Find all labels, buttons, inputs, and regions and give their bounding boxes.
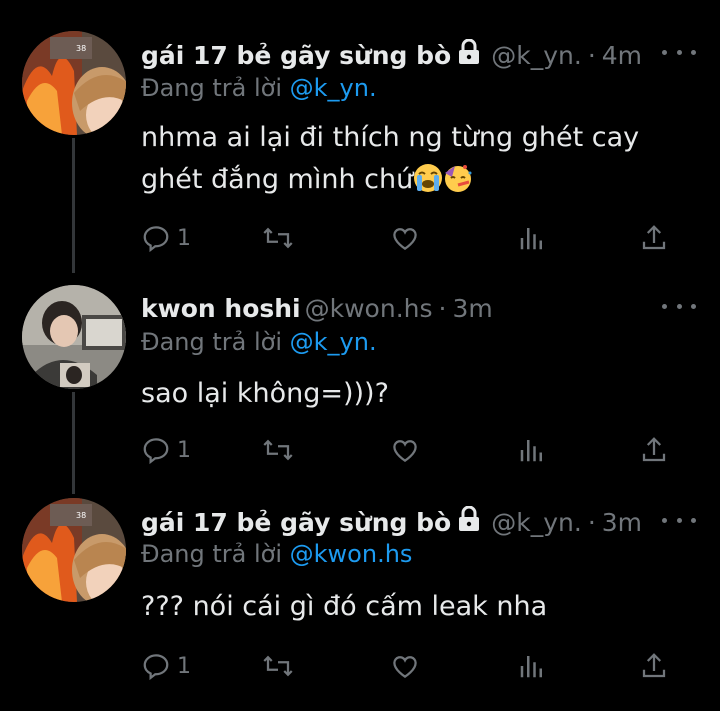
tweet-text-content: sao lại không=)))? — [141, 378, 389, 409]
reply-button[interactable]: 1 — [141, 432, 191, 468]
like-button[interactable] — [389, 432, 421, 468]
retweet-icon — [263, 227, 293, 249]
retweet-button[interactable] — [261, 432, 295, 468]
separator-dot: · — [587, 40, 596, 70]
author-name[interactable]: gái 17 bẻ gãy sừng bò — [141, 508, 451, 537]
like-button[interactable] — [389, 220, 421, 256]
author-handle[interactable]: @kwon.hs — [305, 294, 433, 323]
reply-context: Đang trả lời @k_yn. — [141, 74, 377, 102]
tweet-text-content: nhma ai lại đi thích ng từng ghét cay gh… — [141, 122, 640, 195]
timestamp[interactable]: 4m — [602, 41, 642, 70]
lock-icon — [457, 38, 481, 71]
tweet-text: ??? nói cái gì đó cấm leak nha — [141, 586, 701, 628]
action-bar: 1 — [141, 648, 681, 684]
share-button[interactable] — [639, 220, 669, 256]
reply-icon — [143, 438, 169, 465]
like-icon — [393, 440, 417, 462]
timestamp[interactable]: 3m — [452, 294, 492, 323]
reply-prefix: Đang trả lời — [141, 540, 283, 568]
avatar[interactable] — [22, 285, 126, 389]
share-icon — [642, 653, 666, 678]
views-button[interactable] — [517, 648, 547, 684]
author-handle[interactable]: @k_yn. — [491, 508, 582, 537]
like-icon — [393, 656, 417, 678]
author-handle[interactable]: @k_yn. — [491, 41, 582, 70]
like-icon — [393, 228, 417, 250]
reply-mention[interactable]: @kwon.hs — [290, 540, 413, 568]
views-icon — [520, 440, 542, 462]
svg-text:38: 38 — [76, 511, 86, 520]
author-name[interactable]: gái 17 bẻ gãy sừng bò — [141, 41, 451, 70]
action-bar: 1 — [141, 432, 681, 468]
views-icon — [520, 656, 542, 678]
tweet-text: sao lại không=)))? — [141, 373, 701, 415]
action-bar: 1 — [141, 220, 681, 256]
lock-icon — [457, 505, 481, 538]
retweet-icon — [263, 439, 293, 461]
reply-button[interactable]: 1 — [141, 220, 191, 256]
timestamp[interactable]: 3m — [602, 508, 642, 537]
reply-mention[interactable]: @k_yn. — [290, 328, 377, 356]
more-icon[interactable] — [662, 510, 696, 530]
separator-dot: · — [438, 293, 447, 323]
share-icon — [642, 225, 666, 250]
retweet-button[interactable] — [261, 220, 295, 256]
tweet-text-content: ??? nói cái gì đó cấm leak nha — [141, 591, 548, 622]
more-icon[interactable] — [662, 296, 696, 316]
reply-context: Đang trả lời @kwon.hs — [141, 540, 412, 568]
partying-face-icon — [443, 163, 473, 193]
share-button[interactable] — [639, 648, 669, 684]
reply-count: 1 — [177, 653, 191, 679]
retweet-button[interactable] — [261, 648, 295, 684]
views-icon — [520, 228, 542, 250]
svg-text:38: 38 — [76, 44, 86, 53]
reply-count: 1 — [177, 225, 191, 251]
author-name[interactable]: kwon hoshi — [141, 294, 301, 323]
views-button[interactable] — [517, 432, 547, 468]
reply-prefix: Đang trả lời — [141, 328, 283, 356]
share-button[interactable] — [639, 432, 669, 468]
reply-icon — [143, 226, 169, 253]
loudly-crying-face-icon — [413, 163, 443, 193]
share-icon — [642, 437, 666, 462]
reply-icon — [143, 654, 169, 681]
avatar[interactable]: 38 — [22, 31, 126, 135]
tweet-1[interactable]: 38 gái 17 bẻ gãy sừng bò @k_yn. · 4m Đan… — [0, 0, 720, 270]
like-button[interactable] — [389, 648, 421, 684]
reply-count: 1 — [177, 437, 191, 463]
views-button[interactable] — [517, 220, 547, 256]
reply-button[interactable]: 1 — [141, 648, 191, 684]
reply-prefix: Đang trả lời — [141, 74, 283, 102]
reply-mention[interactable]: @k_yn. — [290, 74, 377, 102]
tweet-text: nhma ai lại đi thích ng từng ghét cay gh… — [141, 117, 701, 201]
retweet-icon — [263, 655, 293, 677]
reply-context: Đang trả lời @k_yn. — [141, 328, 377, 356]
separator-dot: · — [587, 507, 596, 537]
more-icon[interactable] — [662, 42, 696, 62]
avatar[interactable]: 38 — [22, 498, 126, 602]
